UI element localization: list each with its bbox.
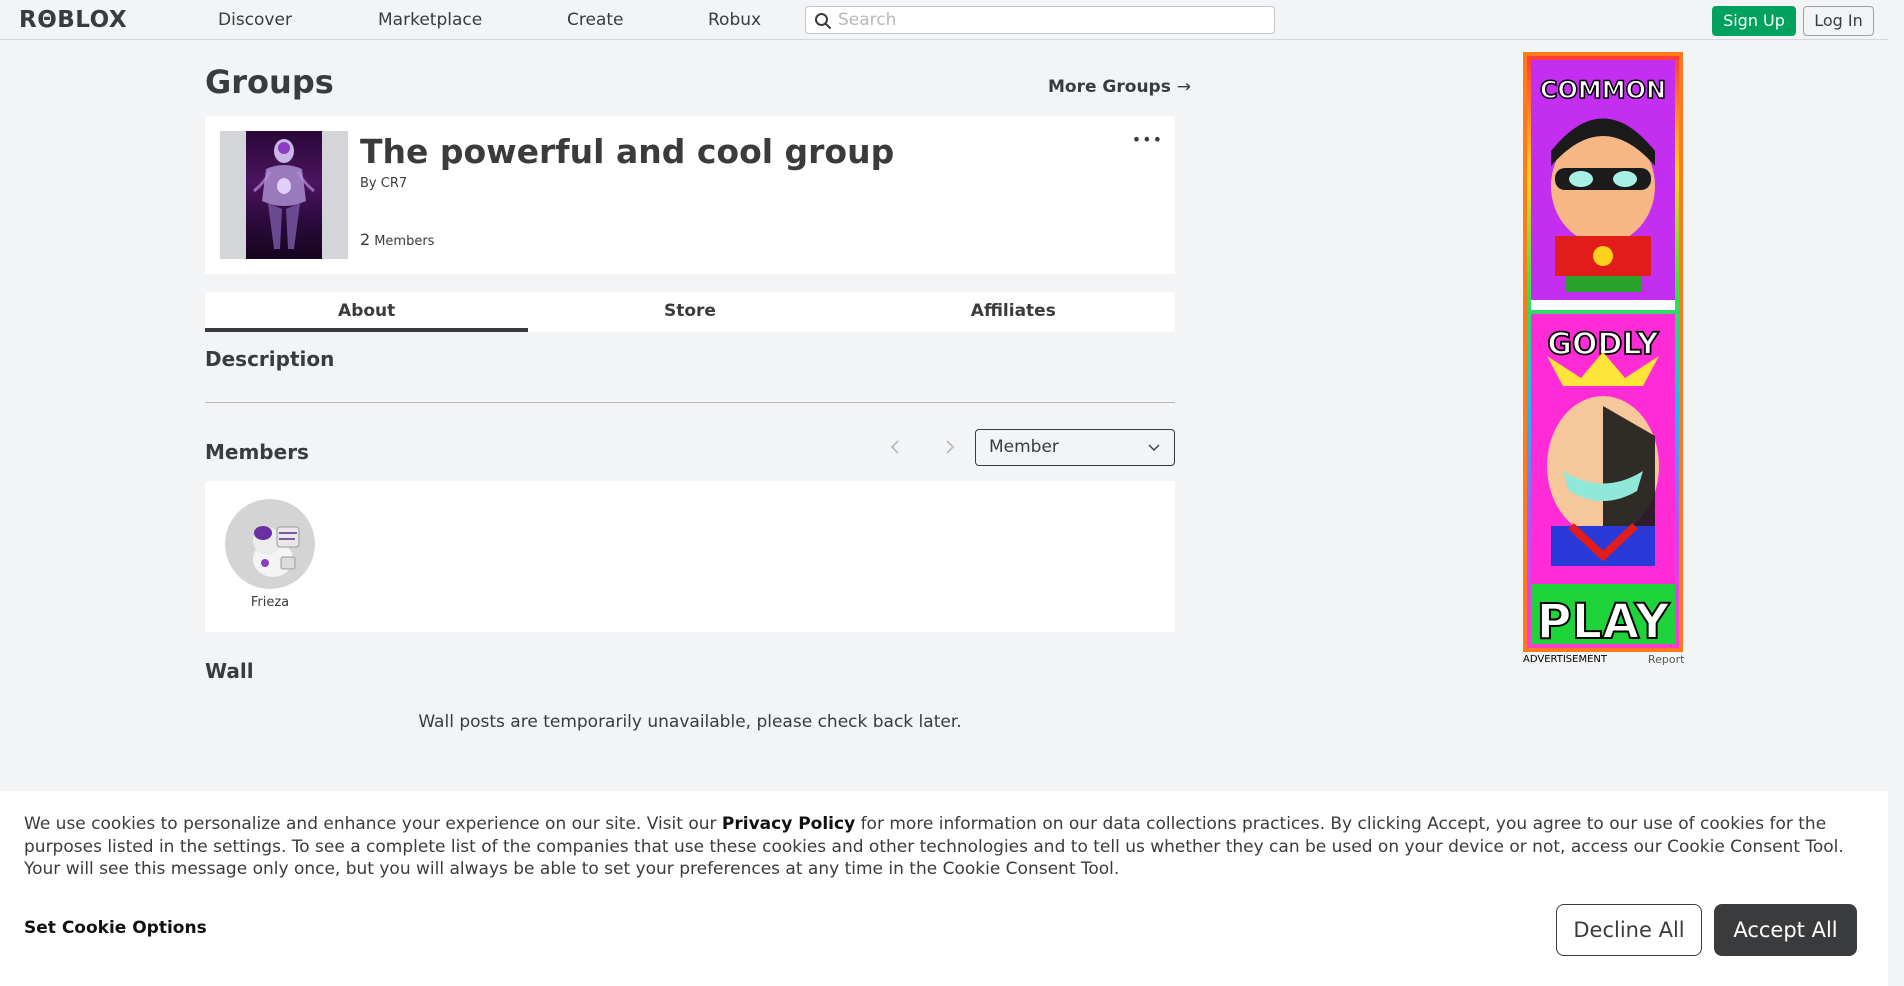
section-divider <box>205 402 1175 403</box>
member-username: Frieza <box>250 595 290 610</box>
tab-store[interactable]: Store <box>528 292 851 332</box>
members-heading: Members <box>205 440 309 464</box>
arrow-right-icon: → <box>1176 77 1192 97</box>
top-navigation-bar: RΘBLOX Discover Marketplace Create Robux… <box>0 0 1904 40</box>
members-list: Frieza <box>205 481 1175 632</box>
more-options-icon[interactable]: ••• <box>1132 130 1163 149</box>
chevron-down-icon <box>1148 444 1160 451</box>
group-tabs: About Store Affiliates <box>205 292 1175 332</box>
page-scrollbar[interactable] <box>1888 0 1904 986</box>
group-emblem <box>220 131 348 259</box>
page-title: Groups <box>205 63 334 101</box>
chevron-left-icon[interactable] <box>886 437 906 457</box>
group-emblem-image <box>246 131 322 259</box>
decline-all-button[interactable]: Decline All <box>1556 904 1702 956</box>
tab-about[interactable]: About <box>205 292 529 332</box>
cookie-text-before: We use cookies to personalize and enhanc… <box>24 814 722 834</box>
owner-prefix: By <box>360 176 377 191</box>
search-box <box>805 6 1275 34</box>
cookie-message: We use cookies to personalize and enhanc… <box>24 813 1854 881</box>
group-name: The powerful and cool group <box>360 132 895 171</box>
more-groups-link[interactable]: More Groups → <box>1048 77 1191 97</box>
search-input[interactable] <box>838 9 1258 31</box>
group-header-card: The powerful and cool group By CR7 2 Memb… <box>205 116 1175 274</box>
accept-all-button[interactable]: Accept All <box>1714 904 1857 956</box>
owner-link[interactable]: CR7 <box>381 176 407 191</box>
tab-affiliates[interactable]: Affiliates <box>852 292 1175 332</box>
member-count-value: 2 <box>360 230 371 249</box>
member-count-label: Members <box>374 234 435 249</box>
set-cookie-options-link[interactable]: Set Cookie Options <box>24 918 207 938</box>
avatar <box>225 499 315 589</box>
wall-heading: Wall <box>205 659 254 683</box>
advertisement-label: ADVERTISEMENT <box>1523 654 1608 665</box>
wall-message: Wall posts are temporarily unavailable, … <box>418 712 962 732</box>
sign-up-button[interactable]: Sign Up <box>1712 6 1796 36</box>
nav-marketplace[interactable]: Marketplace <box>378 10 482 30</box>
nav-discover[interactable]: Discover <box>218 10 292 30</box>
nav-robux[interactable]: Robux <box>708 10 761 30</box>
description-heading: Description <box>205 347 335 371</box>
member-count: 2 Members <box>360 230 434 252</box>
role-select[interactable]: Member <box>975 429 1175 466</box>
search-icon <box>815 13 831 29</box>
report-ad-link[interactable]: Report <box>1648 654 1684 666</box>
cookie-consent-banner: We use cookies to personalize and enhanc… <box>0 791 1888 986</box>
chevron-right-icon[interactable] <box>939 437 959 457</box>
log-in-button[interactable]: Log In <box>1803 6 1874 36</box>
role-select-value: Member <box>989 437 1059 457</box>
nav-create[interactable]: Create <box>567 10 624 30</box>
more-groups-label: More Groups <box>1048 77 1171 97</box>
advertisement-banner[interactable]: COMMON GODLY PLAY <box>1523 52 1683 652</box>
advertisement-image: COMMON GODLY PLAY <box>1527 56 1679 648</box>
group-owner: By CR7 <box>360 176 407 192</box>
privacy-policy-link[interactable]: Privacy Policy <box>722 814 855 834</box>
member-card[interactable]: Frieza <box>225 499 315 611</box>
svg-text:COMMON: COMMON <box>1540 76 1666 104</box>
svg-text:PLAY: PLAY <box>1536 594 1670 648</box>
roblox-logo[interactable]: RΘBLOX <box>19 8 127 32</box>
